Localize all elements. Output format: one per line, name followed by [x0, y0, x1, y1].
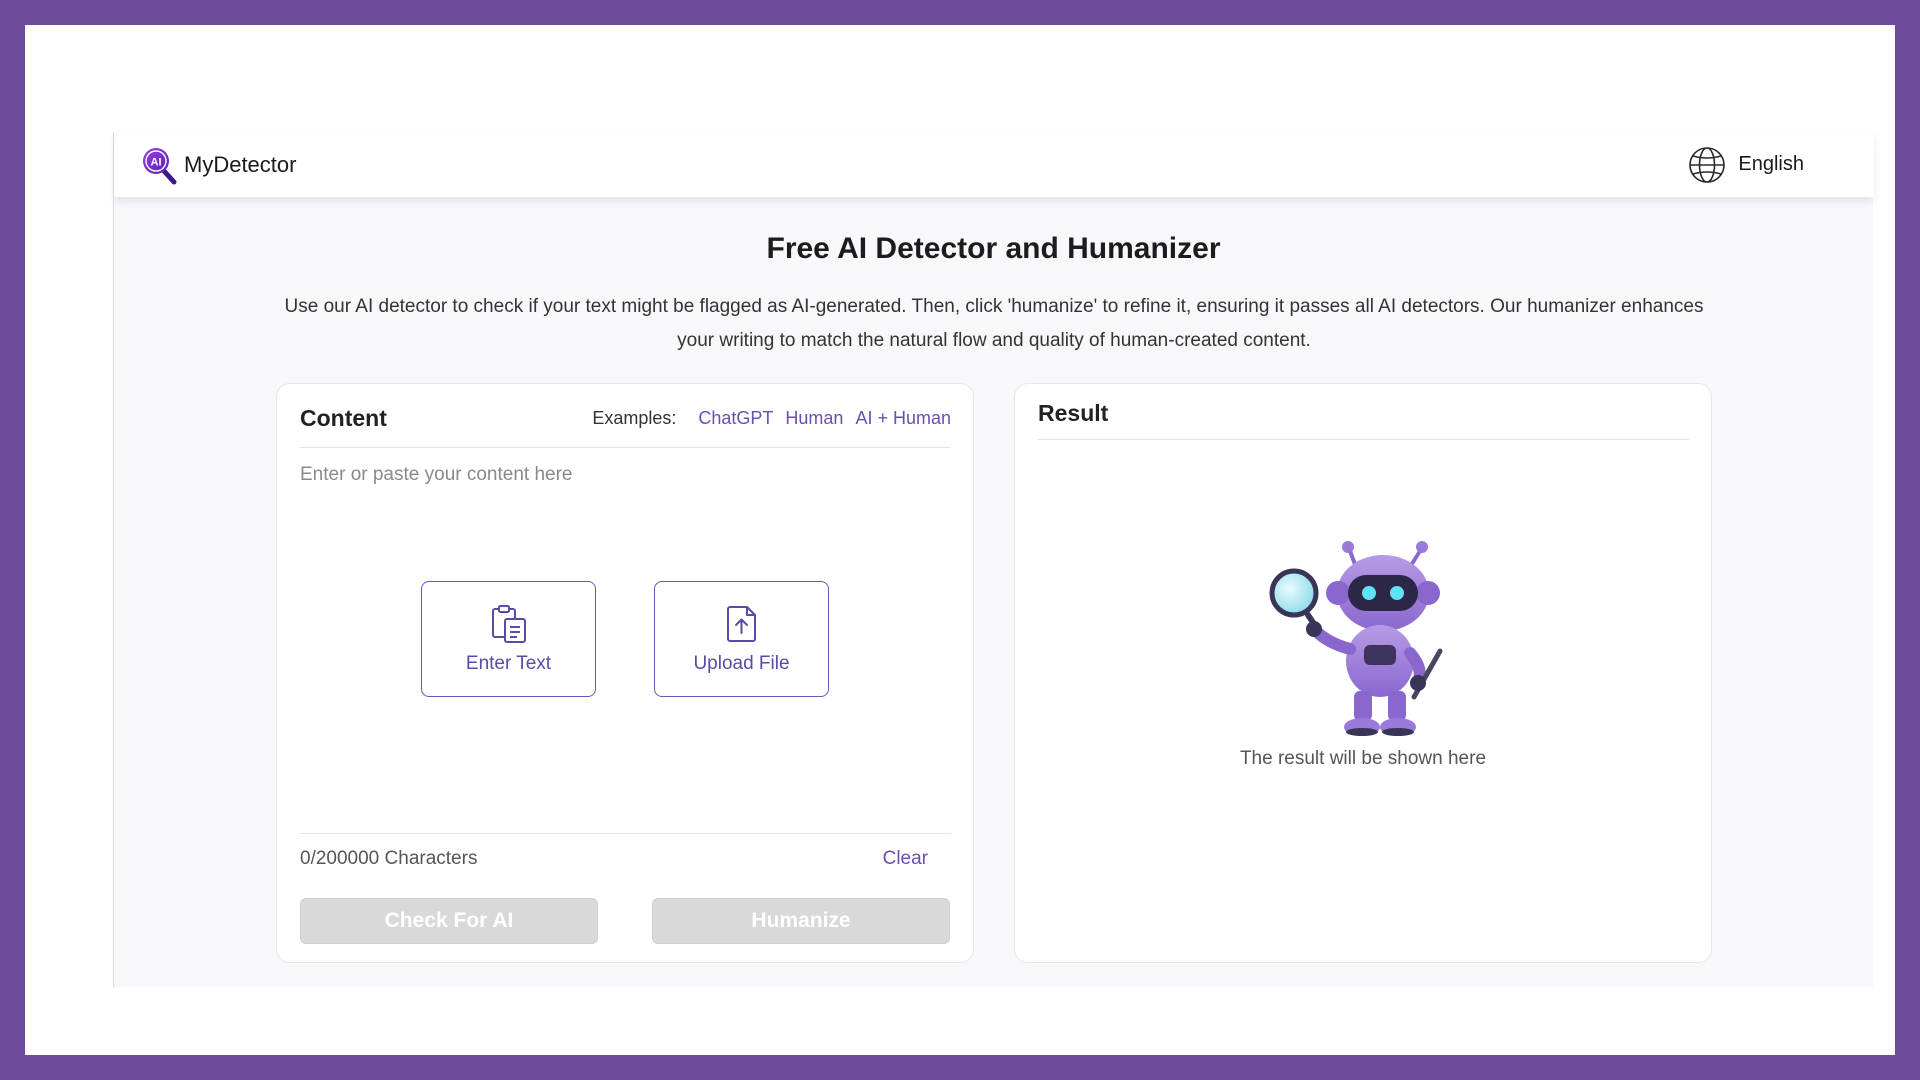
- content-textarea[interactable]: Enter or paste your content here: [300, 464, 573, 486]
- examples-bar: Examples: ChatGPT Human AI + Human: [592, 408, 951, 429]
- brand-name: MyDetector: [184, 151, 297, 177]
- clear-button[interactable]: Clear: [883, 848, 928, 870]
- page-description: Use our AI detector to check if your tex…: [284, 296, 1704, 351]
- globe-icon: [1689, 146, 1726, 183]
- screenshot-frame: AI MyDetector English Free AI Detector a…: [25, 25, 1895, 1055]
- check-for-ai-button[interactable]: Check For AI: [300, 898, 598, 944]
- svg-text:AI: AI: [151, 156, 162, 168]
- app-window: AI MyDetector English Free AI Detector a…: [113, 132, 1874, 987]
- upload-file-button[interactable]: Upload File: [654, 581, 829, 697]
- brand[interactable]: AI MyDetector: [140, 145, 296, 185]
- example-human[interactable]: Human: [785, 408, 843, 429]
- result-title: Result: [1038, 400, 1109, 426]
- example-ai-human[interactable]: AI + Human: [855, 408, 951, 429]
- result-panel: Result The result will be shown here: [1014, 383, 1712, 963]
- top-header: AI MyDetector English: [114, 132, 1874, 197]
- character-counter: 0/200000 Characters: [300, 847, 478, 869]
- enter-text-button[interactable]: Enter Text: [421, 581, 596, 697]
- content-panel: Content Examples: ChatGPT Human AI + Hum…: [276, 383, 974, 963]
- examples-label: Examples:: [592, 408, 677, 428]
- ai-magnifier-logo-icon: AI: [143, 147, 177, 184]
- content-title: Content: [300, 405, 387, 431]
- language-selector[interactable]: English: [1688, 146, 1804, 184]
- robot-magnifier-illustration: [1269, 541, 1443, 736]
- result-empty-message: The result will be shown here: [1239, 748, 1487, 769]
- result-header: Result: [1038, 384, 1689, 440]
- upload-file-label: Upload File: [693, 653, 790, 674]
- humanize-button[interactable]: Humanize: [652, 898, 950, 944]
- example-chatgpt[interactable]: ChatGPT: [698, 408, 773, 429]
- content-footer: 0/200000 Characters Clear: [300, 833, 951, 883]
- enter-text-label: Enter Text: [465, 653, 552, 674]
- language-label: English: [1738, 153, 1804, 175]
- file-upload-icon: [726, 606, 756, 642]
- clipboard-text-icon: [491, 605, 526, 643]
- page-title: Free AI Detector and Humanizer: [766, 232, 1221, 265]
- content-header: Content Examples: ChatGPT Human AI + Hum…: [300, 384, 951, 448]
